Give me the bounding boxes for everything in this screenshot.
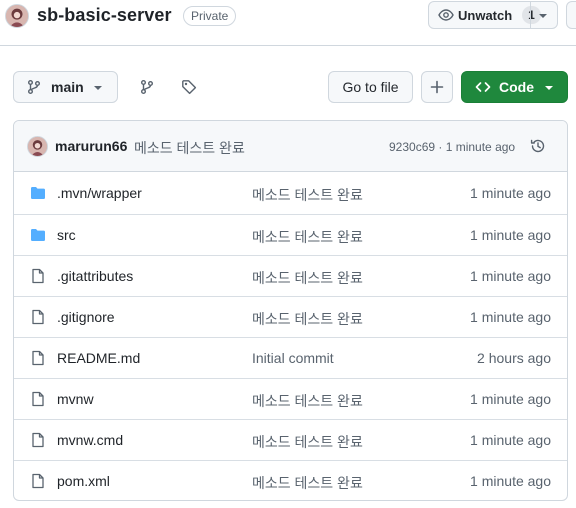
file-commit-time: 1 minute ago	[470, 432, 551, 448]
file-icon	[30, 473, 46, 489]
history-icon[interactable]	[530, 138, 546, 154]
file-commit-time: 1 minute ago	[470, 227, 551, 243]
file-name-link[interactable]: src	[57, 227, 76, 243]
file-icon	[30, 309, 46, 325]
file-commit-time: 1 minute ago	[470, 309, 551, 325]
file-name-link[interactable]: pom.xml	[57, 473, 110, 489]
file-row[interactable]: src 메소드 테스트 완료 1 minute ago	[14, 214, 567, 255]
branch-selector[interactable]: main	[13, 71, 118, 103]
file-name-link[interactable]: mvnw	[57, 391, 94, 407]
file-commit-message-link[interactable]: 메소드 테스트 완료	[252, 268, 363, 288]
commit-author-link[interactable]: marurun66	[55, 138, 127, 154]
branch-name: main	[51, 79, 84, 95]
fork-button[interactable]	[566, 1, 576, 29]
code-button[interactable]: Code	[461, 71, 568, 103]
file-row[interactable]: .gitignore 메소드 테스트 완료 1 minute ago	[14, 296, 567, 337]
folder-icon	[30, 185, 46, 201]
file-commit-time: 2 hours ago	[477, 350, 551, 366]
author-avatar[interactable]	[27, 136, 48, 157]
file-commit-message-link[interactable]: 메소드 테스트 완료	[252, 432, 363, 452]
file-commit-time: 1 minute ago	[470, 391, 551, 407]
file-commit-message-link[interactable]: Initial commit	[252, 350, 334, 366]
file-table: marurun66 메소드 테스트 완료 9230c69 · 1 minute …	[13, 120, 568, 501]
visibility-badge: Private	[183, 6, 237, 26]
chevron-down-icon	[94, 86, 102, 90]
file-icon	[30, 268, 46, 284]
file-commit-message-link[interactable]: 메소드 테스트 완료	[252, 227, 363, 247]
file-icon	[30, 432, 46, 448]
repo-name-link[interactable]: sb-basic-server	[37, 5, 172, 26]
file-commit-message-link[interactable]: 메소드 테스트 완료	[252, 391, 363, 411]
file-row[interactable]: pom.xml 메소드 테스트 완료 1 minute ago	[14, 460, 567, 500]
repo-header: sb-basic-server Private Unwatch 1	[0, 0, 576, 46]
file-row[interactable]: .mvn/wrapper 메소드 테스트 완료 1 minute ago	[14, 173, 567, 214]
file-name-link[interactable]: .gitattributes	[57, 268, 133, 284]
go-to-file-button[interactable]: Go to file	[328, 71, 413, 103]
folder-icon	[30, 227, 46, 243]
file-name-link[interactable]: .gitignore	[57, 309, 115, 325]
owner-avatar[interactable]	[5, 4, 29, 28]
eye-icon	[438, 9, 454, 21]
file-commit-message-link[interactable]: 메소드 테스트 완료	[252, 309, 363, 329]
chevron-down-icon	[545, 86, 553, 90]
code-label: Code	[499, 79, 534, 95]
file-commit-time: 1 minute ago	[470, 473, 551, 489]
file-row[interactable]: mvnw 메소드 테스트 완료 1 minute ago	[14, 378, 567, 419]
file-row[interactable]: mvnw.cmd 메소드 테스트 완료 1 minute ago	[14, 419, 567, 460]
commit-hash-time[interactable]: 9230c69 · 1 minute ago	[389, 140, 515, 154]
git-branch-icon[interactable]	[139, 79, 155, 95]
latest-commit-bar: marurun66 메소드 테스트 완료 9230c69 · 1 minute …	[14, 121, 567, 172]
file-name-link[interactable]: mvnw.cmd	[57, 432, 123, 448]
file-name-link[interactable]: README.md	[57, 350, 140, 366]
unwatch-button[interactable]: Unwatch 1	[428, 1, 558, 29]
file-icon	[30, 391, 46, 407]
add-file-button[interactable]	[421, 71, 453, 103]
file-commit-message-link[interactable]: 메소드 테스트 완료	[252, 473, 363, 493]
tag-icon[interactable]	[181, 79, 197, 95]
button-divider	[530, 2, 531, 28]
file-row[interactable]: README.md Initial commit 2 hours ago	[14, 337, 567, 378]
code-icon	[475, 82, 491, 92]
file-name-link[interactable]: .mvn/wrapper	[57, 185, 142, 201]
file-icon	[30, 350, 46, 366]
unwatch-label: Unwatch	[458, 7, 513, 23]
chevron-down-icon[interactable]	[537, 10, 549, 22]
file-row[interactable]: .gitattributes 메소드 테스트 완료 1 minute ago	[14, 255, 567, 296]
git-branch-icon	[28, 80, 40, 94]
commit-message-link[interactable]: 메소드 테스트 완료	[134, 138, 245, 158]
plus-icon	[430, 80, 444, 94]
file-commit-time: 1 minute ago	[470, 185, 551, 201]
file-commit-time: 1 minute ago	[470, 268, 551, 284]
file-commit-message-link[interactable]: 메소드 테스트 완료	[252, 185, 363, 205]
